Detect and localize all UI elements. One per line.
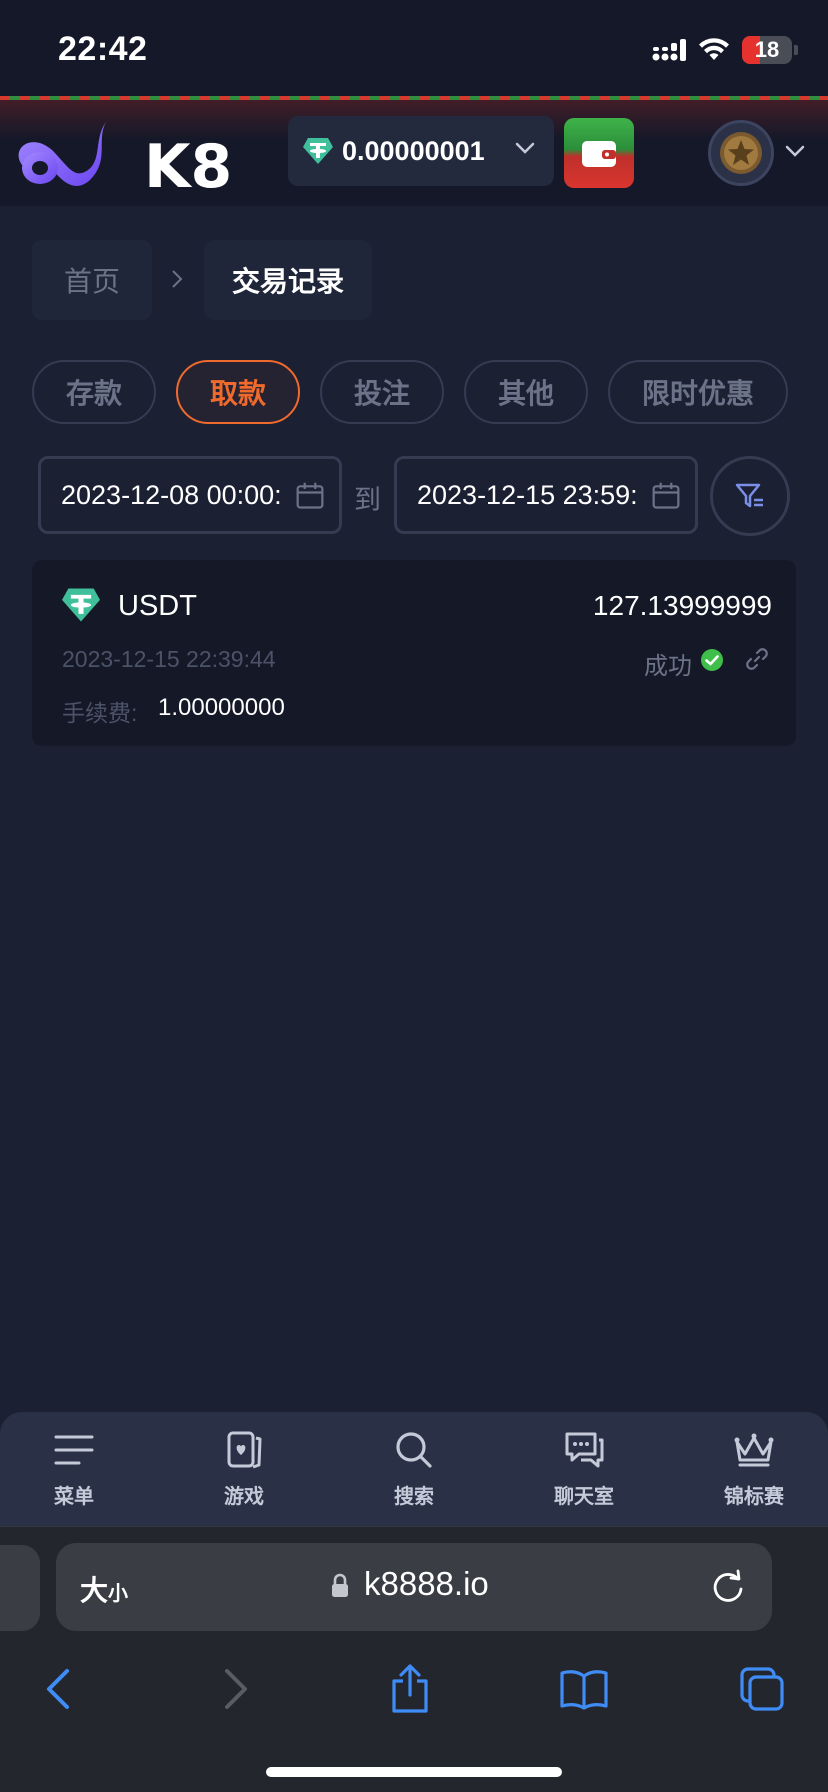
nav-chat-label: 聊天室 bbox=[554, 1486, 614, 1508]
filter-icon bbox=[735, 483, 763, 508]
battery-indicator: 18 bbox=[742, 36, 792, 64]
start-date-field[interactable]: 2023-12-08 00:00:00 bbox=[38, 456, 342, 534]
browser-toolbar: 大小 k8888.io bbox=[0, 1526, 828, 1792]
battery-level: 18 bbox=[754, 37, 780, 62]
breadcrumb-current: 交易记录 bbox=[204, 240, 372, 320]
usdt-icon bbox=[303, 138, 333, 164]
balance-selector[interactable]: 0.00000001 bbox=[288, 116, 554, 186]
home-indicator bbox=[266, 1767, 562, 1777]
share-icon bbox=[392, 1664, 428, 1713]
end-date-value: 2023-12-15 23:59:59 bbox=[417, 479, 637, 510]
book-icon bbox=[560, 1670, 608, 1710]
lock-icon bbox=[332, 1573, 348, 1597]
reload-icon[interactable] bbox=[710, 1567, 746, 1605]
nav-games[interactable]: 游戏 bbox=[184, 1412, 304, 1526]
chevron-right-icon bbox=[225, 1669, 247, 1709]
chevron-right-icon bbox=[172, 270, 183, 288]
signal-icon bbox=[652, 39, 686, 61]
tab-limited-offers[interactable]: 限时优惠 bbox=[608, 360, 788, 424]
wallet-button[interactable] bbox=[564, 118, 634, 188]
tabs-icon bbox=[740, 1667, 784, 1711]
text-size-button[interactable]: 大小 bbox=[80, 1569, 128, 1609]
wallet-icon bbox=[582, 141, 616, 167]
back-button[interactable] bbox=[28, 1659, 88, 1719]
crown-icon bbox=[734, 1433, 774, 1467]
filter-button[interactable] bbox=[710, 456, 790, 536]
logo-text: K8 bbox=[144, 132, 233, 202]
game-card-icon bbox=[227, 1431, 262, 1469]
avatar[interactable] bbox=[708, 120, 774, 186]
status-indicators: 18 bbox=[652, 33, 798, 67]
chevron-left-icon bbox=[47, 1669, 69, 1709]
tab-other[interactable]: 其他 bbox=[464, 360, 588, 424]
nav-tournament[interactable]: 锦标赛 bbox=[694, 1412, 814, 1526]
site-header: K8 0.00000001 bbox=[0, 96, 828, 206]
calendar-icon bbox=[647, 479, 681, 513]
menu-icon bbox=[54, 1435, 94, 1465]
breadcrumb-home[interactable]: 首页 bbox=[32, 240, 152, 320]
start-date-value: 2023-12-08 00:00:00 bbox=[61, 479, 281, 510]
date-range-separator: 到 bbox=[354, 485, 381, 515]
transaction-record[interactable]: USDT 127.13999999 2023-12-15 22:39:44 成功… bbox=[32, 560, 796, 746]
address-bar[interactable]: 大小 k8888.io bbox=[56, 1543, 772, 1631]
end-date-field[interactable]: 2023-12-15 23:59:59 bbox=[394, 456, 698, 534]
logo-mark-icon bbox=[18, 122, 106, 186]
bottom-nav: 菜单 游戏 搜索 聊天室 锦标赛 bbox=[0, 1412, 828, 1526]
site-logo[interactable]: K8 bbox=[10, 110, 232, 202]
status-time: 22:42 bbox=[58, 30, 148, 68]
url-text: k8888.io bbox=[364, 1565, 489, 1602]
share-button[interactable] bbox=[380, 1659, 440, 1719]
nav-search-label: 搜索 bbox=[394, 1486, 434, 1508]
chat-icon bbox=[565, 1432, 604, 1468]
check-circle-icon bbox=[701, 649, 723, 671]
nav-menu-label: 菜单 bbox=[54, 1486, 94, 1508]
tabs-button[interactable] bbox=[732, 1659, 792, 1719]
record-coin: USDT bbox=[118, 590, 197, 622]
tab-withdraw[interactable]: 取款 bbox=[176, 360, 300, 424]
status-bar: 22:42 18 bbox=[0, 0, 828, 96]
bookmarks-button[interactable] bbox=[554, 1659, 614, 1719]
record-datetime: 2023-12-15 22:39:44 bbox=[62, 646, 276, 672]
record-status: 成功 bbox=[644, 653, 692, 680]
nav-chat[interactable]: 聊天室 bbox=[524, 1412, 644, 1526]
rank-badge-icon bbox=[720, 132, 762, 174]
tab-bets[interactable]: 投注 bbox=[320, 360, 444, 424]
record-amount: 127.13999999 bbox=[592, 590, 772, 621]
nav-search[interactable]: 搜索 bbox=[354, 1412, 474, 1526]
forward-button[interactable] bbox=[206, 1659, 266, 1719]
nav-tournament-label: 锦标赛 bbox=[724, 1486, 784, 1508]
previous-tab-preview[interactable] bbox=[0, 1545, 40, 1631]
record-fee-label: 手续费: bbox=[62, 700, 138, 726]
chevron-down-icon bbox=[515, 142, 535, 154]
link-icon[interactable] bbox=[744, 646, 770, 672]
record-fee-value: 1.00000000 bbox=[158, 694, 285, 721]
nav-games-label: 游戏 bbox=[224, 1486, 264, 1508]
wifi-icon bbox=[699, 38, 729, 60]
usdt-icon bbox=[62, 588, 100, 622]
nav-menu[interactable]: 菜单 bbox=[14, 1412, 134, 1526]
search-icon bbox=[396, 1432, 432, 1468]
balance-amount: 0.00000001 bbox=[342, 135, 485, 166]
tab-deposit[interactable]: 存款 bbox=[32, 360, 156, 424]
calendar-icon bbox=[291, 479, 325, 513]
chevron-down-icon[interactable] bbox=[784, 144, 806, 158]
